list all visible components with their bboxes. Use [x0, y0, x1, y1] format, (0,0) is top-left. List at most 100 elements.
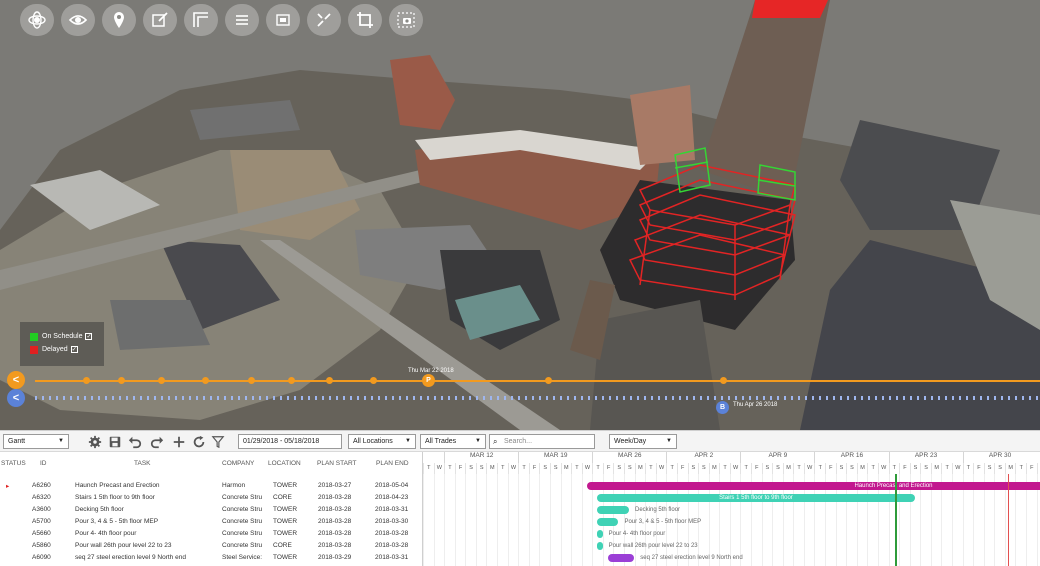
- legend-swatch-red: [30, 345, 38, 354]
- location-pin-icon: [114, 12, 124, 28]
- legend-checkbox-icon[interactable]: ✓: [85, 333, 93, 340]
- redo-icon[interactable]: [150, 435, 164, 449]
- timeline-milestone[interactable]: [202, 377, 209, 384]
- week-header: APR 16: [814, 452, 888, 463]
- gantt-chart[interactable]: MAR 12 MAR 19 MAR 26 APR 2 APR 9 APR 16 APR 23…: [422, 452, 1040, 566]
- day-header: F: [528, 463, 540, 474]
- search-placeholder: Search...: [504, 438, 533, 445]
- plan-timeline-pin[interactable]: P: [422, 374, 435, 387]
- cell-company: Concrete Stru: [222, 506, 263, 513]
- header-status[interactable]: STATUS: [1, 460, 26, 467]
- orbit-tool-button[interactable]: [20, 4, 54, 36]
- search-input[interactable]: ⌕ Search...: [489, 434, 595, 449]
- actual-timeline-track[interactable]: [35, 396, 1040, 400]
- scale-select[interactable]: Week/Day ▼: [609, 434, 677, 449]
- table-row[interactable]: ▸ A6260 Haunch Precast and Erection Harmon T…: [0, 480, 422, 492]
- locations-select[interactable]: All Locations ▼: [348, 434, 416, 449]
- header-plan-start[interactable]: PLAN START: [317, 460, 357, 467]
- gantt-bar-label: seq 27 steel erection level 9 North end: [640, 555, 743, 561]
- day-header: F: [1026, 463, 1037, 474]
- header-task[interactable]: TASK: [134, 460, 151, 467]
- table-row[interactable]: A5860 Pour wall 26th pour level 22 to 23 C…: [0, 540, 422, 552]
- day-header: F: [676, 463, 688, 474]
- actual-timeline-pin[interactable]: B: [716, 401, 729, 414]
- day-header: T: [962, 463, 974, 474]
- table-row[interactable]: A5660 Pour 4- 4th floor pour Concrete Stru…: [0, 528, 422, 540]
- timeline-milestone[interactable]: [83, 377, 90, 384]
- frame-tool-button[interactable]: [266, 4, 300, 36]
- settings-icon[interactable]: [88, 435, 102, 449]
- add-icon[interactable]: [172, 435, 186, 449]
- eye-tool-button[interactable]: [61, 4, 95, 36]
- week-header: APR 9: [740, 452, 814, 463]
- timeline-milestone[interactable]: [720, 377, 727, 384]
- cell-end: 2018-03-31: [375, 554, 409, 561]
- gantt-bar[interactable]: [597, 542, 603, 550]
- gantt-bar[interactable]: [597, 530, 603, 538]
- cell-id: A5860: [32, 542, 51, 549]
- table-row[interactable]: A5700 Pour 3, 4 & 5 - 5th floor MEP Concre…: [0, 516, 422, 528]
- timeline-milestone[interactable]: [370, 377, 377, 384]
- cell-start: 2018-03-28: [318, 542, 352, 549]
- timeline-milestone[interactable]: [326, 377, 333, 384]
- day-header: S: [613, 463, 624, 474]
- day-header: T: [867, 463, 878, 474]
- gantt-bar[interactable]: [597, 518, 619, 526]
- plan-timeline-track[interactable]: [35, 380, 1040, 382]
- legend-delayed[interactable]: Delayed ✓: [30, 343, 104, 356]
- 3d-viewport[interactable]: On Schedule ✓ Delayed ✓ < < P Thu Mar 22…: [0, 0, 1040, 430]
- view-select[interactable]: Gantt ▼: [3, 434, 69, 449]
- header-location[interactable]: LOCATION: [268, 460, 301, 467]
- timeline-milestone[interactable]: [288, 377, 295, 384]
- cell-location: TOWER: [273, 554, 298, 561]
- gantt-bar-label: Pour 4- 4th floor pour: [608, 531, 666, 537]
- date-range-input[interactable]: 01/29/2018 - 05/18/2018: [238, 434, 342, 449]
- cell-task: Haunch Precast and Erection: [75, 482, 160, 489]
- header-id[interactable]: ID: [40, 460, 47, 467]
- crop-tool-button[interactable]: [348, 4, 382, 36]
- measure-tool-button[interactable]: [307, 4, 341, 36]
- cell-status: ▸: [6, 483, 10, 490]
- table-row[interactable]: A6090 seq 27 steel erection level 9 North…: [0, 552, 422, 564]
- cell-end: 2018-05-04: [375, 482, 409, 489]
- table-row[interactable]: A6320 Stairs 1 5th floor to 9th floor Conc…: [0, 492, 422, 504]
- undo-icon[interactable]: [128, 435, 142, 449]
- timeline-milestone[interactable]: [248, 377, 255, 384]
- section-tool-button[interactable]: [184, 4, 218, 36]
- gantt-bar[interactable]: Haunch Precast and Erection: [586, 482, 1040, 490]
- point-cloud-scene[interactable]: [0, 0, 1040, 430]
- trades-select[interactable]: All Trades ▼: [420, 434, 486, 449]
- plan-timeline-back-button[interactable]: <: [7, 371, 25, 389]
- filter-icon[interactable]: [211, 435, 225, 449]
- legend-checkbox-icon[interactable]: ✓: [70, 346, 78, 353]
- table-row[interactable]: A3600 Decking 5th floor Concrete Stru TOWER…: [0, 504, 422, 516]
- timeline-milestone[interactable]: [118, 377, 125, 384]
- actual-timeline-back-button[interactable]: <: [7, 389, 25, 407]
- location-pin-tool-button[interactable]: [102, 4, 136, 36]
- refresh-icon[interactable]: [192, 435, 206, 449]
- day-header: S: [698, 463, 709, 474]
- timeline-milestone[interactable]: [545, 377, 552, 384]
- list-tool-button[interactable]: [225, 4, 259, 36]
- screenshot-tool-button[interactable]: [389, 4, 423, 36]
- day-header: T: [571, 463, 582, 474]
- day-header: S: [994, 463, 1005, 474]
- legend-on-schedule[interactable]: On Schedule ✓: [30, 330, 104, 343]
- search-icon: ⌕: [493, 437, 498, 446]
- gantt-bar[interactable]: Stairs 1 5th floor to 9th floor: [597, 494, 915, 502]
- day-header: F: [825, 463, 836, 474]
- day-header: W: [877, 463, 889, 474]
- day-header: S: [772, 463, 783, 474]
- header-company[interactable]: COMPANY: [222, 460, 254, 467]
- gantt-bar[interactable]: [597, 506, 629, 514]
- gantt-bar[interactable]: [607, 554, 635, 562]
- crop-icon: [357, 12, 373, 28]
- header-plan-end[interactable]: PLAN END: [376, 460, 409, 467]
- save-icon[interactable]: [108, 435, 122, 449]
- edit-tool-button[interactable]: [143, 4, 177, 36]
- week-header: MAR 19: [518, 452, 592, 463]
- timeline-milestone[interactable]: [158, 377, 165, 384]
- date-range-value: 01/29/2018 - 05/18/2018: [243, 438, 320, 445]
- chevron-down-icon: ▼: [405, 438, 411, 444]
- day-header: T: [423, 463, 434, 474]
